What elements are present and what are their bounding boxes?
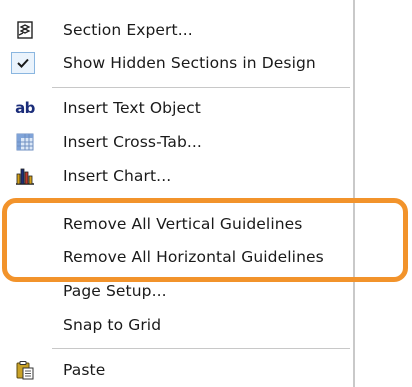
menu-item-insert-chart[interactable]: Insert Chart... xyxy=(0,159,350,193)
page: Section Expert... Show Hidden Sections i… xyxy=(0,0,412,387)
menu-item-label: Section Expert... xyxy=(63,21,193,39)
menu-item-snap-to-grid[interactable]: Snap to Grid xyxy=(0,308,350,342)
menu-right-border xyxy=(353,0,355,387)
section-expert-icon xyxy=(14,19,36,41)
checkmark-icon xyxy=(11,52,35,74)
context-menu: Section Expert... Show Hidden Sections i… xyxy=(0,0,355,387)
paste-icon xyxy=(14,359,36,381)
menu-separator xyxy=(52,348,350,349)
menu-item-label: Paste xyxy=(63,361,106,379)
menu-item-label: Snap to Grid xyxy=(63,316,162,334)
menu-separator xyxy=(52,87,350,88)
menu-item-paste[interactable]: Paste xyxy=(0,353,350,387)
menu-item-show-hidden-sections[interactable]: Show Hidden Sections in Design xyxy=(0,46,350,80)
menu-item-label: Insert Chart... xyxy=(63,167,172,185)
menu-item-section-expert[interactable]: Section Expert... xyxy=(0,13,350,47)
menu-item-insert-cross-tab[interactable]: Insert Cross-Tab... xyxy=(0,125,350,159)
cross-tab-icon xyxy=(14,131,36,153)
menu-item-label: Page Setup... xyxy=(63,282,167,300)
text-object-icon: ab xyxy=(15,99,35,117)
menu-item-label: Show Hidden Sections in Design xyxy=(63,54,316,72)
chart-icon xyxy=(14,165,36,187)
menu-item-insert-text-object[interactable]: ab Insert Text Object xyxy=(0,91,350,125)
menu-item-label: Insert Text Object xyxy=(63,99,201,117)
menu-item-label: Insert Cross-Tab... xyxy=(63,133,202,151)
highlight-annotation xyxy=(2,198,408,282)
